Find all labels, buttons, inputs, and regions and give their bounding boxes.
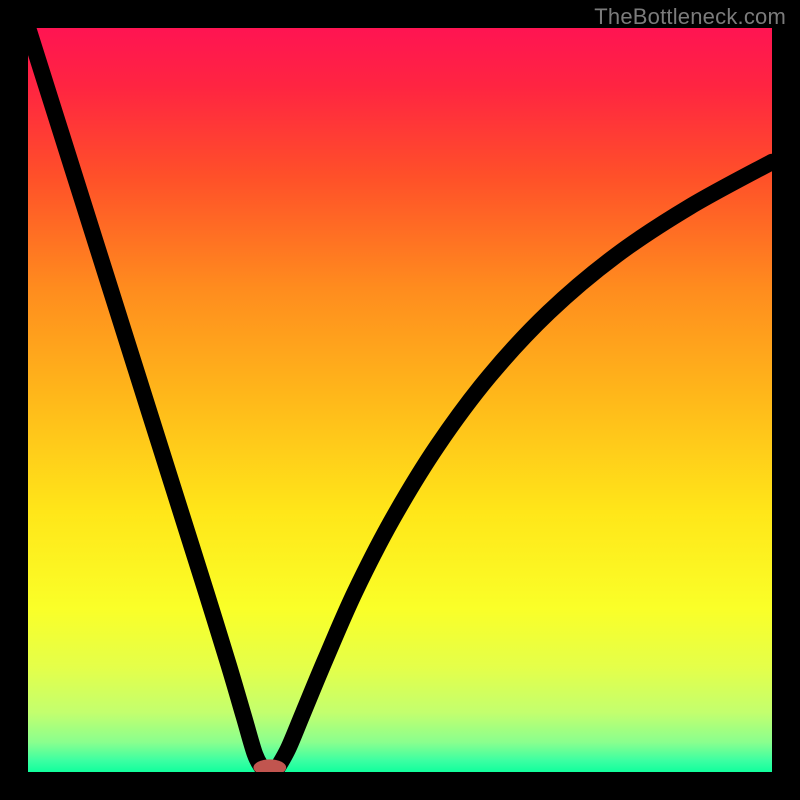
chart-svg: [28, 28, 772, 772]
watermark-text: TheBottleneck.com: [594, 4, 786, 30]
curve-right-branch: [277, 162, 772, 768]
plot-area: [28, 28, 772, 772]
curve-left-branch: [28, 28, 262, 768]
chart-frame: TheBottleneck.com: [0, 0, 800, 800]
